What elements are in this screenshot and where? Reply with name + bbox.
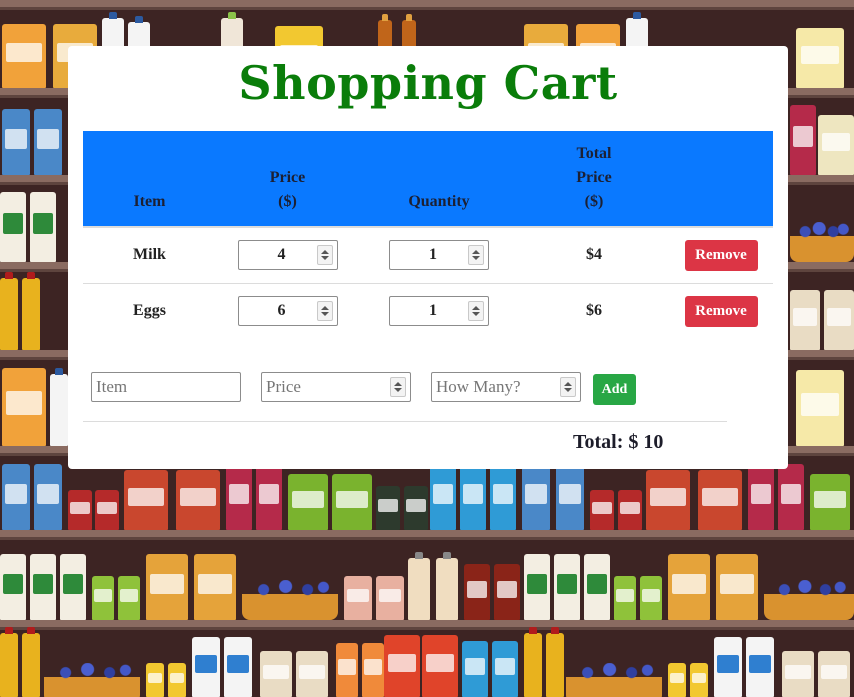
spinner-up-icon xyxy=(320,306,329,311)
table-row: Eggs 6 1 $6 Remove xyxy=(83,282,773,339)
page-title: Shopping Cart xyxy=(238,56,618,110)
table-header-row: Item Price ($) Quantity Total Price ($) xyxy=(83,131,773,227)
item-name: Milk xyxy=(83,226,216,283)
item-name: Eggs xyxy=(83,282,216,339)
new-price-input[interactable]: Price xyxy=(261,372,411,402)
add-button[interactable]: Add xyxy=(593,374,636,405)
header-item: Item xyxy=(133,193,166,210)
number-spinner[interactable] xyxy=(468,245,484,266)
number-spinner[interactable] xyxy=(390,377,406,397)
row-total: $4 xyxy=(519,226,669,283)
row-total: $6 xyxy=(519,282,669,339)
cart-total: Total: $ 10 xyxy=(573,431,664,453)
spinner-up-icon xyxy=(472,250,480,255)
cart-card: Shopping Cart Item Price ($) Quantity To… xyxy=(68,46,788,469)
quantity-input[interactable]: 1 xyxy=(389,240,489,271)
header-actions xyxy=(669,131,773,227)
divider xyxy=(83,421,727,422)
spinner-down-icon xyxy=(472,256,480,261)
spinner-down-icon xyxy=(394,388,402,392)
number-spinner[interactable] xyxy=(468,301,484,322)
price-input[interactable]: 4 xyxy=(237,240,338,271)
spinner-up-icon xyxy=(472,306,480,311)
spinner-up-icon xyxy=(320,250,329,255)
header-quantity: Quantity xyxy=(408,193,470,210)
spinner-up-icon xyxy=(394,382,402,386)
spinner-down-icon xyxy=(320,312,329,317)
remove-button[interactable]: Remove xyxy=(684,239,758,271)
quantity-input[interactable]: 1 xyxy=(389,296,489,327)
number-spinner[interactable] xyxy=(560,377,576,397)
table-row: Milk 4 1 $4 Remove xyxy=(83,226,773,283)
number-spinner[interactable] xyxy=(316,301,333,322)
header-total-price: Total Price ($) xyxy=(576,145,612,210)
spinner-up-icon xyxy=(564,382,572,386)
cart-table: Item Price ($) Quantity Total Price ($) xyxy=(83,131,773,339)
price-input[interactable]: 6 xyxy=(237,296,338,327)
spinner-down-icon xyxy=(564,388,572,392)
remove-button[interactable]: Remove xyxy=(684,295,758,327)
header-price: Price ($) xyxy=(269,169,306,210)
spinner-down-icon xyxy=(472,312,480,317)
add-item-form: Item Price How Many? Add xyxy=(91,372,691,405)
number-spinner[interactable] xyxy=(316,245,333,266)
new-quantity-input[interactable]: How Many? xyxy=(431,372,581,402)
spinner-down-icon xyxy=(320,256,329,261)
new-item-input[interactable]: Item xyxy=(91,372,241,402)
